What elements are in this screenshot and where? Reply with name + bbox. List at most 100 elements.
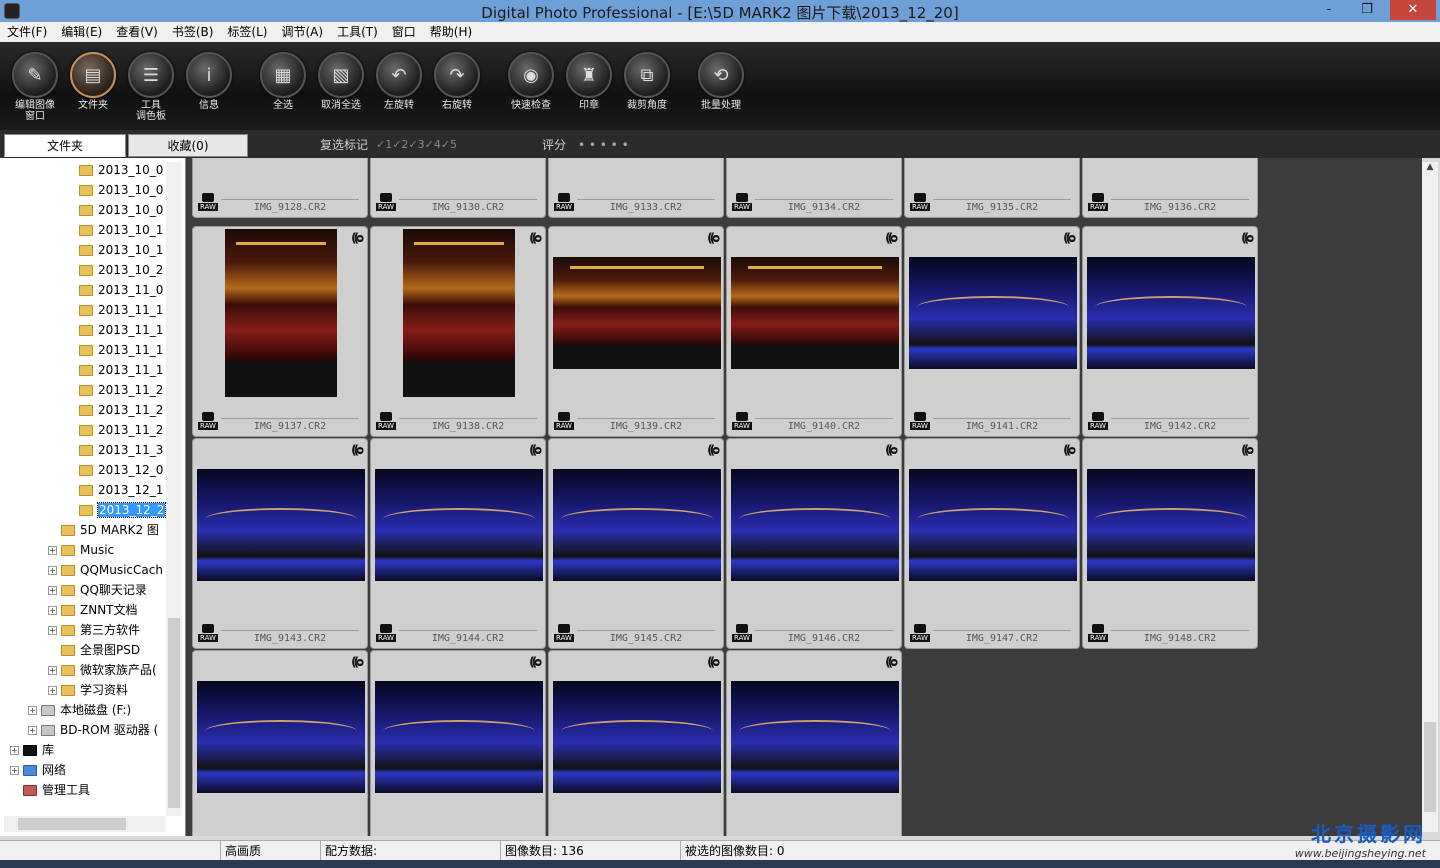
menu-item[interactable]: 文件(F) (0, 22, 54, 42)
expand-icon[interactable]: + (48, 666, 57, 675)
tree-vertical-scrollbar[interactable] (166, 162, 182, 816)
tree-item[interactable]: 2013_11_2 (66, 420, 166, 440)
tree-item[interactable]: + 库 (10, 740, 166, 760)
toolbar-button-rotate-right[interactable]: ↷ 右旋转 (428, 52, 486, 111)
photo-thumbnail[interactable] (731, 469, 899, 581)
expand-icon[interactable]: + (48, 566, 57, 575)
thumbnail-card[interactable]: ((ᴑ RAW IMG_9143.CR2 (192, 438, 368, 649)
thumbnail-card[interactable]: RAW IMG_9130.CR2 (370, 158, 546, 218)
toolbar-button-select-all[interactable]: ▦ 全选 (254, 52, 312, 111)
tree-item[interactable]: 2013_10_1 (66, 220, 166, 240)
thumbnail-card[interactable]: RAW IMG_9136.CR2 (1082, 158, 1258, 218)
menu-item[interactable]: 书签(B) (165, 22, 221, 42)
tree-item[interactable]: 2013_11_1 (66, 300, 166, 320)
photo-thumbnail[interactable] (731, 257, 899, 369)
tab-folder[interactable]: 文件夹 (4, 134, 126, 157)
photo-thumbnail[interactable] (197, 681, 365, 793)
toolbar-button-crop-angle[interactable]: ⧉ 裁剪角度 (618, 52, 676, 111)
toolbar-button-folder[interactable]: ▤ 文件夹 (64, 52, 122, 111)
expand-icon[interactable]: + (48, 546, 57, 555)
menu-item[interactable]: 编辑(E) (54, 22, 109, 42)
thumbnail-card[interactable]: RAW IMG_9133.CR2 (548, 158, 724, 218)
thumbnail-card[interactable]: ((ᴑ RAW IMG_9137.CR2 (192, 226, 368, 437)
photo-thumbnail[interactable] (553, 681, 721, 793)
thumbnail-card[interactable]: ((ᴑ RAW IMG_9144.CR2 (370, 438, 546, 649)
expand-icon[interactable]: + (48, 686, 57, 695)
thumbnail-card[interactable]: RAW IMG_9134.CR2 (726, 158, 902, 218)
expand-icon[interactable]: + (48, 626, 57, 635)
tree-item[interactable]: + QQMusicCach (48, 560, 166, 580)
thumbnail-card[interactable]: ((ᴑ RAW IMG_9142.CR2 (1082, 226, 1258, 437)
menu-item[interactable]: 帮助(H) (423, 22, 479, 42)
tree-item[interactable]: + 学习资料 (48, 680, 166, 700)
expand-icon[interactable]: + (10, 766, 19, 775)
tree-item[interactable]: 管理工具 (10, 780, 166, 800)
thumbnail-card[interactable]: ((ᴑ RAW IMG_9147.CR2 (904, 438, 1080, 649)
thumbnail-card[interactable]: ((ᴑRAW (548, 650, 724, 836)
tree-item[interactable]: 5D MARK2 图 (48, 520, 166, 540)
thumbnail-card[interactable]: ((ᴑ RAW IMG_9139.CR2 (548, 226, 724, 437)
tree-item[interactable]: 2013_12_0 (66, 460, 166, 480)
expand-icon[interactable]: + (28, 726, 37, 735)
thumbnail-card[interactable]: ((ᴑRAW (192, 650, 368, 836)
tree-item[interactable]: 2013_10_2 (66, 260, 166, 280)
menu-item[interactable]: 窗口 (385, 22, 423, 42)
tree-item[interactable]: 2013_11_1 (66, 340, 166, 360)
photo-thumbnail[interactable] (909, 257, 1077, 369)
restore-button[interactable]: ❐ (1354, 0, 1380, 20)
menu-item[interactable]: 查看(V) (109, 22, 165, 42)
toolbar-button-info[interactable]: i 信息 (180, 52, 238, 111)
thumbnail-card[interactable]: ((ᴑRAW (726, 650, 902, 836)
thumbnail-card[interactable]: ((ᴑ RAW IMG_9138.CR2 (370, 226, 546, 437)
photo-thumbnail[interactable] (553, 257, 721, 369)
toolbar-button-rotate-left[interactable]: ↶ 左旋转 (370, 52, 428, 111)
tree-item[interactable]: + 网络 (10, 760, 166, 780)
tree-item[interactable]: + QQ聊天记录 (48, 580, 166, 600)
photo-thumbnail[interactable] (225, 229, 337, 397)
tree-item[interactable]: 2013_11_1 (66, 360, 166, 380)
close-button[interactable]: ✕ (1390, 0, 1436, 20)
toolbar-button-batch-process[interactable]: ⟲ 批量处理 (692, 52, 750, 111)
tree-item[interactable]: + ZNNT文档 (48, 600, 166, 620)
toolbar-button-deselect-all[interactable]: ▧ 取消全选 (312, 52, 370, 111)
thumbnail-card[interactable]: RAW IMG_9135.CR2 (904, 158, 1080, 218)
photo-thumbnail[interactable] (731, 681, 899, 793)
tree-item[interactable]: 全景图PSD (48, 640, 166, 660)
tree-item[interactable]: + Music (48, 540, 166, 560)
tree-hscroll-thumb[interactable] (18, 818, 126, 830)
tree-item[interactable]: 2013_12_1 (66, 480, 166, 500)
scroll-up-icon[interactable]: ▲ (1422, 162, 1438, 172)
menu-item[interactable]: 调节(A) (274, 22, 330, 42)
toolbar-button-quick-check[interactable]: ◉ 快速检查 (502, 52, 560, 111)
expand-icon[interactable]: + (28, 706, 37, 715)
photo-thumbnail[interactable] (375, 681, 543, 793)
menu-item[interactable]: 标签(L) (220, 22, 274, 42)
thumbnail-card[interactable]: ((ᴑ RAW IMG_9140.CR2 (726, 226, 902, 437)
menu-item[interactable]: 工具(T) (330, 22, 385, 42)
tree-item[interactable]: 2013_10_0 (66, 180, 166, 200)
photo-thumbnail[interactable] (403, 229, 515, 397)
expand-icon[interactable]: + (48, 586, 57, 595)
photo-thumbnail[interactable] (1087, 257, 1255, 369)
tree-item[interactable]: + 本地磁盘 (F:) (28, 700, 166, 720)
tree-horizontal-scrollbar[interactable] (4, 816, 166, 832)
tree-item[interactable]: 2013_10_1 (66, 240, 166, 260)
tree-item[interactable]: 2013_10_0 (66, 200, 166, 220)
tree-item[interactable]: 2013_11_0 (66, 280, 166, 300)
expand-icon[interactable]: + (10, 746, 19, 755)
tab-favorites[interactable]: 收藏(0) (128, 134, 248, 157)
thumbnail-card[interactable]: ((ᴑRAW (370, 650, 546, 836)
photo-thumbnail[interactable] (909, 469, 1077, 581)
thumbnail-card[interactable]: ((ᴑ RAW IMG_9148.CR2 (1082, 438, 1258, 649)
rating-filter[interactable]: • • • • • (578, 134, 629, 156)
toolbar-button-stamp[interactable]: ♜ 印章 (560, 52, 618, 111)
minimize-button[interactable]: - (1316, 0, 1342, 20)
expand-icon[interactable]: + (48, 606, 57, 615)
thumbnail-card[interactable]: ((ᴑ RAW IMG_9145.CR2 (548, 438, 724, 649)
tree-item[interactable]: 2013_11_2 (66, 380, 166, 400)
tree-item[interactable]: 2013_11_3 (66, 440, 166, 460)
check-mark-filter[interactable]: ✓1✓2✓3✓4✓5 (376, 134, 457, 156)
tree-item[interactable]: 2013_11_2 (66, 400, 166, 420)
thumbnail-card[interactable]: ((ᴑ RAW IMG_9141.CR2 (904, 226, 1080, 437)
tree-item[interactable]: + 微软家族产品( (48, 660, 166, 680)
